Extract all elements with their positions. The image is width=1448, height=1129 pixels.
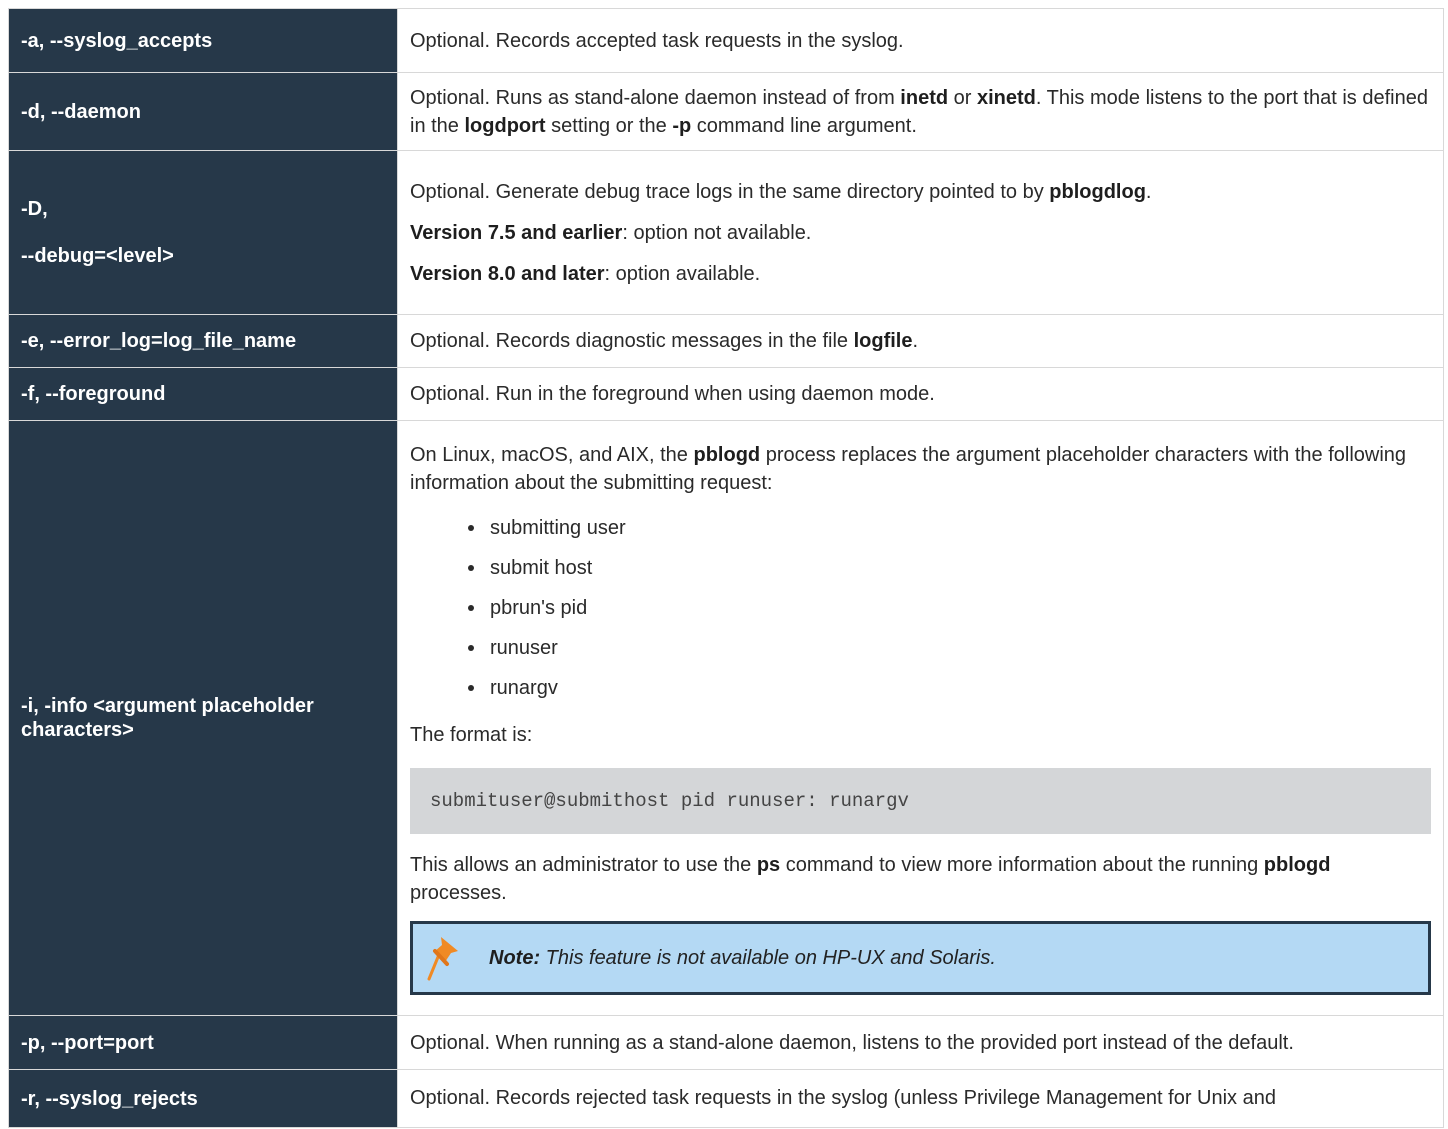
option-key: -D, --debug=<level> xyxy=(8,150,398,315)
table-row: -d, --daemon Optional. Runs as stand-alo… xyxy=(8,72,1444,151)
option-description: Optional. Generate debug trace logs in t… xyxy=(397,150,1444,315)
table-row: -e, --error_log=log_file_name Optional. … xyxy=(8,314,1444,368)
option-description: Optional. Records diagnostic messages in… xyxy=(397,314,1444,368)
option-key: -r, --syslog_rejects xyxy=(8,1069,398,1128)
note-text: Note: This feature is not available on H… xyxy=(489,947,996,969)
bullet-icon xyxy=(468,565,474,571)
option-description: Optional. Records rejected task requests… xyxy=(397,1069,1444,1128)
option-description: Optional. Records accepted task requests… xyxy=(397,8,1444,73)
option-description: Optional. Runs as stand-alone daemon ins… xyxy=(397,72,1444,151)
placeholder-list: submitting user submit host pbrun's pid … xyxy=(410,508,1431,708)
bullet-icon xyxy=(468,645,474,651)
option-key: -i, -info <argument placeholder characte… xyxy=(8,420,398,1016)
options-table: -a, --syslog_accepts Optional. Records a… xyxy=(8,8,1444,1128)
bullet-icon xyxy=(468,685,474,691)
option-description: Optional. When running as a stand-alone … xyxy=(397,1015,1444,1070)
option-description: Optional. Run in the foreground when usi… xyxy=(397,367,1444,421)
option-key: -f, --foreground xyxy=(8,367,398,421)
option-key: -d, --daemon xyxy=(8,72,398,151)
format-label: The format is: xyxy=(410,724,533,746)
explanation-paragraph: This allows an administrator to use the … xyxy=(410,854,1331,904)
list-item: runargv xyxy=(410,668,1431,708)
option-key: -a, --syslog_accepts xyxy=(8,8,398,73)
table-row: -a, --syslog_accepts Optional. Records a… xyxy=(8,8,1444,73)
option-description: On Linux, macOS, and AIX, the pblogd pro… xyxy=(397,420,1444,1016)
pushpin-icon xyxy=(413,935,473,981)
bullet-icon xyxy=(468,525,474,531)
option-key: -p, --port=port xyxy=(8,1015,398,1070)
list-item: submitting user xyxy=(410,508,1431,548)
table-row: -D, --debug=<level> Optional. Generate d… xyxy=(8,150,1444,315)
table-row: -i, -info <argument placeholder characte… xyxy=(8,420,1444,1016)
code-block: submituser@submithost pid runuser: runar… xyxy=(410,768,1431,834)
note-box: Note: This feature is not available on H… xyxy=(410,921,1431,995)
intro-paragraph: On Linux, macOS, and AIX, the pblogd pro… xyxy=(410,444,1407,494)
list-item: pbrun's pid xyxy=(410,588,1431,628)
option-key: -e, --error_log=log_file_name xyxy=(8,314,398,368)
table-row: -r, --syslog_rejects Optional. Records r… xyxy=(8,1069,1444,1128)
list-item: submit host xyxy=(410,548,1431,588)
list-item: runuser xyxy=(410,628,1431,668)
table-row: -f, --foreground Optional. Run in the fo… xyxy=(8,367,1444,421)
bullet-icon xyxy=(468,605,474,611)
table-row: -p, --port=port Optional. When running a… xyxy=(8,1015,1444,1070)
